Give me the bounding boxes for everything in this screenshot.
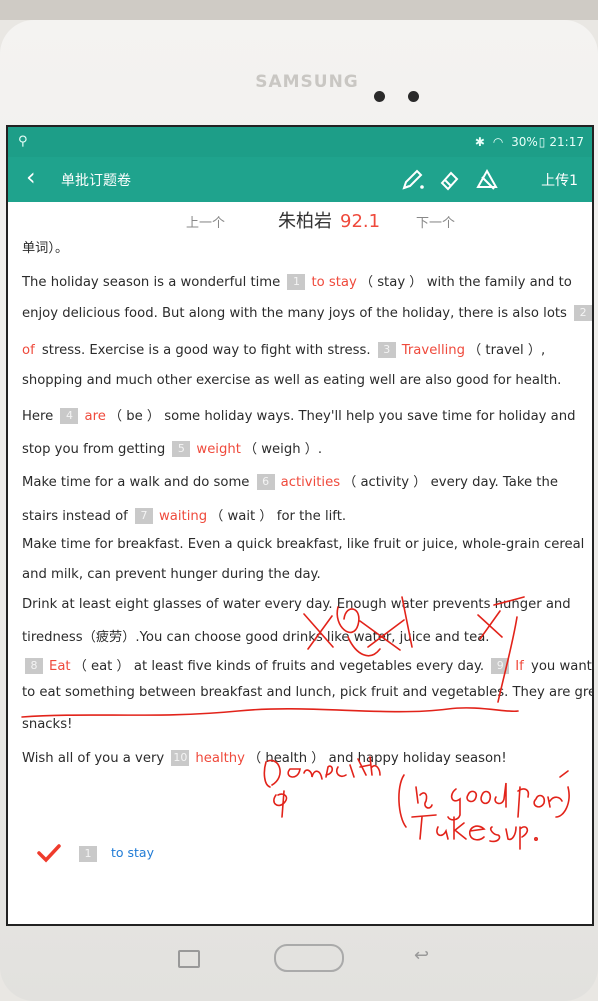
- hint: （ health ）: [247, 751, 325, 766]
- device-brand: SAMSUNG: [255, 72, 359, 92]
- blank-number: 9: [491, 658, 510, 674]
- recent-apps-button[interactable]: [178, 950, 200, 968]
- text: and happy holiday season!: [328, 751, 507, 766]
- blank-number: 6: [256, 474, 275, 490]
- bluetooth-icon: ✱: [474, 135, 485, 149]
- next-button[interactable]: 下一个: [416, 212, 455, 231]
- blank-number: 5: [172, 441, 191, 457]
- text: stress. Exercise is a good way to fight …: [41, 343, 371, 358]
- passage-line: tiredness（疲劳）.You can choose good drinks…: [22, 630, 490, 645]
- battery-level: 30%: [511, 135, 538, 149]
- text: Wish all of you a very: [22, 751, 165, 766]
- passage-line: enjoy delicious food. But along with the…: [22, 305, 592, 321]
- camera-icon: [408, 91, 419, 102]
- result-answer: to stay: [111, 845, 154, 860]
- check-icon: [37, 844, 61, 863]
- text: enjoy delicious food. But along with the…: [22, 306, 567, 321]
- blank-number: 4: [60, 408, 79, 424]
- text: Here: [22, 409, 54, 424]
- background-top: [0, 0, 598, 20]
- text: every day. Take the: [430, 475, 558, 490]
- student-answer: If: [515, 659, 524, 674]
- result-number: 1: [79, 846, 97, 862]
- status-bar: ⚲ ✱ ◠ 30%▯ 21:17: [8, 127, 592, 157]
- passage-line: shopping and much other exercise as well…: [22, 373, 562, 388]
- clear-icon[interactable]: [474, 167, 500, 193]
- passage-line: Wish all of you a very 10 healthy （ health…: [22, 747, 507, 766]
- text: some holiday ways. They'll help you save…: [164, 409, 576, 424]
- blank-number: 1: [287, 274, 306, 290]
- score: 92.1: [340, 211, 381, 232]
- text: at least five kinds of fruits and vegeta…: [133, 659, 485, 674]
- wifi-icon: ◠: [492, 135, 504, 149]
- hint: （ travel ）,: [468, 343, 546, 358]
- text: stop you from getting: [22, 442, 166, 457]
- result-row[interactable]: 1 to stay: [36, 843, 436, 867]
- student-answer: are: [84, 409, 106, 424]
- upload-button[interactable]: 上传1: [541, 170, 578, 190]
- passage-line: stairs instead of 7 waiting （ wait ） for t…: [22, 505, 346, 524]
- passage-line: Here 4 are （ be ） some holiday ways. They'…: [22, 405, 575, 424]
- passage-line: Make time for a walk and do some 6 activi…: [22, 471, 558, 490]
- app-bar: ‹ 单批订题卷 上传1: [8, 157, 592, 202]
- hint: （ wait ）: [210, 509, 273, 524]
- text: with the family and to: [426, 275, 572, 290]
- student-score: 朱柏岩 92.1: [278, 207, 380, 233]
- blank-number: 7: [135, 508, 154, 524]
- passage-line: 8 Eat （ eat ） at least five kinds of fruit…: [22, 655, 592, 674]
- student-nav: 上一个 朱柏岩 92.1 下一个: [8, 202, 592, 240]
- text: you want: [531, 659, 592, 674]
- chevron-left-icon[interactable]: ‹: [26, 165, 36, 189]
- clock: 21:17: [549, 135, 584, 149]
- prev-button[interactable]: 上一个: [186, 212, 225, 231]
- eraser-icon[interactable]: [436, 167, 462, 193]
- passage-line: Drink at least eight glasses of water ev…: [22, 597, 571, 612]
- handwritten-annotations: [21, 596, 570, 850]
- student-answer: weight: [196, 442, 241, 457]
- usb-icon: ⚲: [18, 134, 28, 149]
- hint: （ activity ）: [343, 475, 427, 490]
- passage-line: stop you from getting 5 weight （ weigh ）.: [22, 438, 322, 457]
- hint: （ eat ）: [73, 659, 130, 674]
- passage-line: Make time for breakfast. Even a quick br…: [22, 537, 585, 552]
- screen: ⚲ ✱ ◠ 30%▯ 21:17 ‹ 单批订题卷 上传1 上一个 朱柏岩 92.1 …: [8, 127, 592, 924]
- hint: （ stay ）: [359, 275, 423, 290]
- passage-line: and milk, can prevent hunger during the …: [22, 567, 321, 582]
- passage-line: 单词）。: [22, 241, 69, 256]
- page-title: 单批订题卷: [61, 173, 131, 189]
- student-answer: waiting: [159, 509, 208, 524]
- text: The holiday season is a wonderful time: [22, 275, 281, 290]
- hint: （ weigh ）.: [243, 442, 323, 457]
- passage-line: of stress. Exercise is a good way to fig…: [22, 339, 545, 358]
- student-answer: Travelling: [401, 343, 466, 358]
- battery-icon: ▯: [538, 135, 546, 149]
- text: stairs instead of: [22, 509, 128, 524]
- blank-number: 8: [25, 658, 43, 674]
- text: Make time for a walk and do some: [22, 475, 250, 490]
- passage-line: snacks!: [22, 717, 73, 732]
- pencil-icon[interactable]: [400, 167, 426, 193]
- student-answer: to stay: [311, 275, 357, 290]
- blank-number: 10: [171, 750, 190, 766]
- back-arrow-icon[interactable]: ↩: [414, 945, 429, 966]
- student-name: 朱柏岩: [278, 211, 332, 232]
- home-button[interactable]: [274, 944, 344, 972]
- passage-line: The holiday season is a wonderful time 1…: [22, 271, 572, 290]
- blank-number: 2: [574, 305, 592, 321]
- student-answer: of: [22, 343, 35, 358]
- hint: （ be ）: [108, 409, 161, 424]
- student-answer: activities: [280, 475, 341, 490]
- blank-number: 3: [377, 342, 396, 358]
- student-answer: healthy: [195, 751, 245, 766]
- sensor-icon: [374, 91, 385, 102]
- text: for the lift.: [276, 509, 347, 524]
- passage-line: to eat something between breakfast and l…: [22, 685, 592, 700]
- student-answer: Eat: [49, 659, 71, 674]
